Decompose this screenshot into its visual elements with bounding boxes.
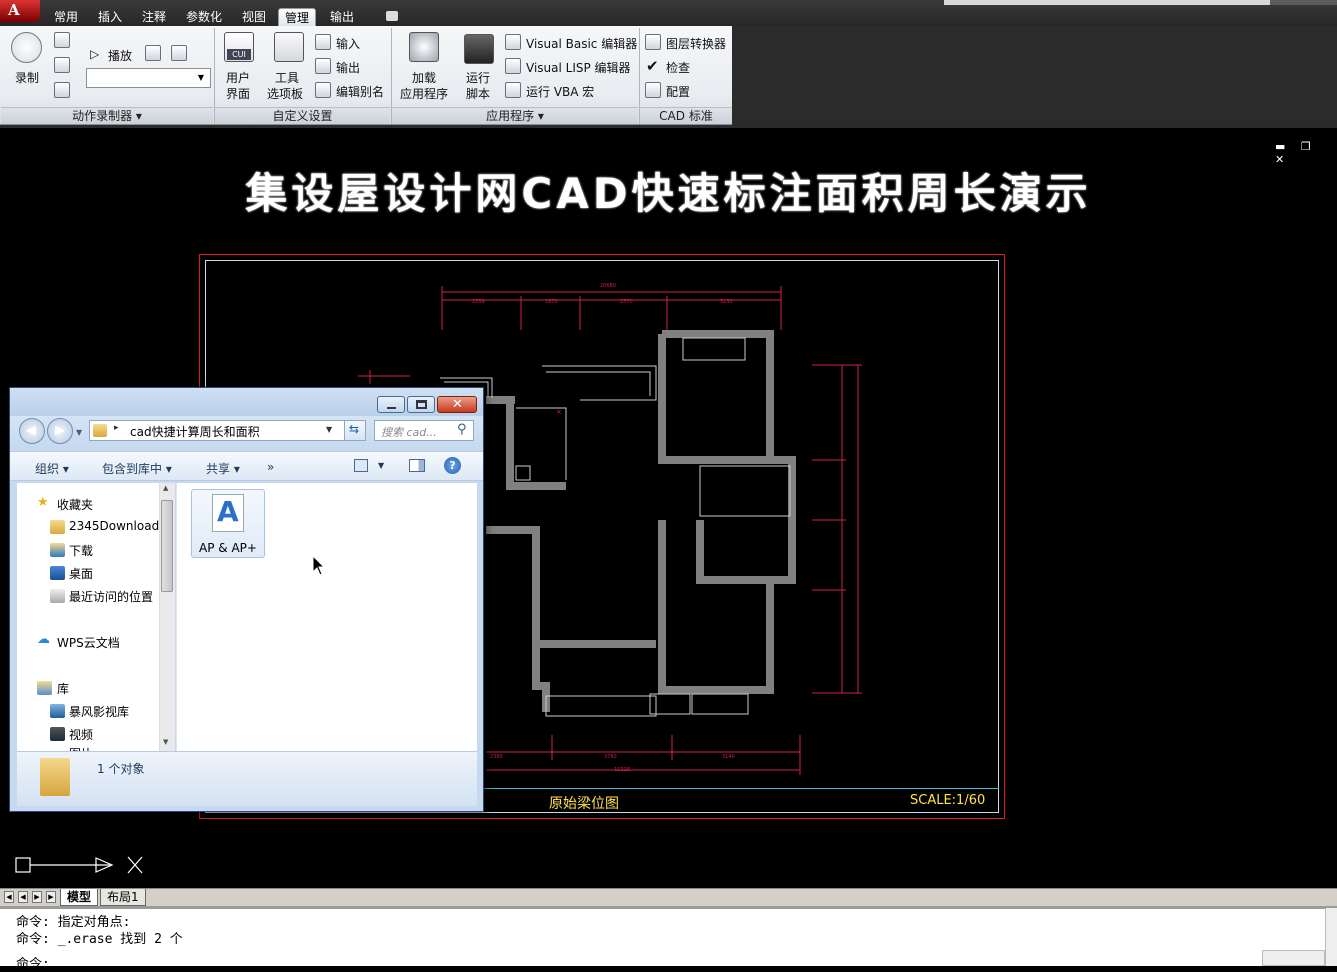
scroll-down-icon[interactable]: ▼ bbox=[163, 738, 168, 746]
nav-wps-cloud[interactable]: WPS云文档 bbox=[57, 634, 120, 651]
command-prompt[interactable]: 命令: bbox=[16, 953, 50, 972]
navigation-pane[interactable]: ★ 收藏夹 2345Downloads 下载 桌面 最近访问的位置 ☁ WPS云… bbox=[17, 483, 175, 751]
view-dropdown-icon[interactable]: ▼ bbox=[378, 461, 384, 470]
nav-2345downloads[interactable]: 2345Downloads bbox=[69, 519, 165, 533]
nav-storm-library[interactable]: 暴风影视库 bbox=[69, 703, 129, 720]
command-hscrollbar[interactable] bbox=[1262, 950, 1325, 966]
help-icon[interactable]: ? bbox=[444, 457, 461, 474]
scroll-up-icon[interactable]: ▲ bbox=[163, 484, 168, 492]
storm-library-icon bbox=[50, 704, 65, 718]
item-count: 1 个对象 bbox=[97, 762, 145, 776]
refresh-icon: ⇆ bbox=[349, 422, 360, 436]
svg-text:20680: 20680 bbox=[600, 283, 616, 289]
file-explorer-window[interactable]: ✕ ◀ ▶ ▼ ▸ cad快捷计算周长和面积 ▼ ⇆ 搜索 cad... ⚲ 组… bbox=[9, 387, 484, 812]
command-history-line: 命令: _.erase 找到 2 个 bbox=[16, 932, 183, 947]
plan-scale: SCALE:1/60 bbox=[910, 793, 986, 808]
share-button[interactable]: 共享 ▾ bbox=[206, 460, 240, 477]
svg-text:3130: 3130 bbox=[720, 299, 733, 305]
explorer-command-bar: 组织 ▾ 包含到库中 ▾ 共享 ▾ » ▼ ? bbox=[10, 451, 483, 481]
close-button[interactable]: ✕ bbox=[437, 396, 477, 413]
explorer-title-bar[interactable]: ✕ bbox=[10, 388, 483, 416]
file-name[interactable]: AP & AP+ bbox=[191, 541, 265, 555]
svg-text:2359: 2359 bbox=[472, 299, 485, 305]
maximize-button[interactable] bbox=[407, 396, 435, 413]
folder-icon bbox=[93, 424, 107, 437]
search-icon[interactable]: ⚲ bbox=[457, 422, 467, 437]
nav-videos[interactable]: 视频 bbox=[69, 726, 93, 743]
maximize-icon bbox=[416, 400, 427, 409]
refresh-button[interactable]: ⇆ bbox=[344, 420, 366, 441]
tab-layout1[interactable]: 布局1 bbox=[100, 889, 146, 906]
include-in-library-button[interactable]: 包含到库中 ▾ bbox=[102, 460, 172, 477]
folder-thumbnail-icon bbox=[40, 758, 70, 796]
search-box[interactable]: 搜索 cad... ⚲ bbox=[374, 420, 474, 441]
more-commands-button[interactable]: » bbox=[267, 460, 274, 474]
svg-text:1870: 1870 bbox=[545, 299, 558, 305]
nav-desktop[interactable]: 桌面 bbox=[69, 565, 93, 582]
address-dropdown-icon[interactable]: ▼ bbox=[326, 425, 332, 434]
mouse-cursor-icon bbox=[312, 555, 326, 576]
nav-favorites[interactable]: 收藏夹 bbox=[57, 496, 93, 513]
preview-pane-icon[interactable] bbox=[409, 459, 425, 472]
navigation-scroll-thumb[interactable] bbox=[161, 500, 173, 592]
svg-text:2360: 2360 bbox=[490, 754, 503, 760]
recent-places-icon bbox=[50, 589, 65, 603]
details-pane bbox=[17, 751, 477, 806]
prev-tab-icon[interactable]: ◀ bbox=[18, 891, 28, 903]
svg-text:2570: 2570 bbox=[620, 299, 633, 305]
minimize-button[interactable] bbox=[377, 396, 405, 413]
tab-model[interactable]: 模型 bbox=[60, 889, 99, 906]
document-icon-glyph: A bbox=[217, 495, 239, 528]
walls bbox=[486, 330, 796, 712]
svg-text:3760: 3760 bbox=[604, 754, 617, 760]
back-button[interactable]: ◀ bbox=[19, 418, 45, 444]
address-bar[interactable]: ▸ cad快捷计算周长和面积 ▼ bbox=[89, 420, 366, 441]
star-icon: ★ bbox=[37, 495, 49, 510]
forward-arrow-icon: ▶ bbox=[55, 423, 65, 438]
forward-button[interactable]: ▶ bbox=[47, 418, 73, 444]
document-icon: A bbox=[212, 494, 244, 532]
close-icon: ✕ bbox=[452, 397, 463, 412]
next-tab-icon[interactable]: ▶ bbox=[32, 891, 42, 903]
video-icon bbox=[50, 727, 65, 741]
library-icon bbox=[37, 681, 52, 695]
minimize-icon bbox=[387, 407, 396, 409]
desktop-icon bbox=[50, 566, 65, 580]
svg-text:10328: 10328 bbox=[614, 767, 630, 773]
ucs-icon bbox=[15, 856, 143, 874]
plan-title: 原始梁位图 bbox=[549, 796, 619, 812]
layout-tab-strip: ◀ ◀ ▶ ▶ 模型 布局1 bbox=[0, 888, 1337, 906]
nav-libraries[interactable]: 库 bbox=[57, 680, 69, 697]
back-arrow-icon: ◀ bbox=[26, 423, 36, 438]
svg-text:3140: 3140 bbox=[722, 754, 735, 760]
search-placeholder: 搜索 cad... bbox=[381, 426, 437, 439]
breadcrumb-chevron-icon[interactable]: ▸ bbox=[114, 423, 119, 433]
view-options-icon[interactable] bbox=[354, 459, 368, 472]
folder-icon bbox=[50, 520, 65, 534]
nav-recent[interactable]: 最近访问的位置 bbox=[69, 588, 153, 605]
command-scrollbar[interactable] bbox=[1325, 908, 1337, 966]
command-line-window[interactable]: 命令: 指定对角点: 命令: _.erase 找到 2 个 命令: bbox=[0, 906, 1337, 972]
downloads-folder-icon bbox=[50, 543, 65, 557]
organize-button[interactable]: 组织 ▾ bbox=[35, 460, 69, 477]
last-tab-icon[interactable]: ▶ bbox=[46, 891, 56, 903]
recent-pages-dropdown-icon[interactable]: ▼ bbox=[76, 428, 82, 437]
nav-downloads[interactable]: 下载 bbox=[69, 542, 93, 559]
first-tab-icon[interactable]: ◀ bbox=[4, 891, 14, 903]
plan-marker: × bbox=[556, 408, 562, 416]
cloud-icon: ☁ bbox=[37, 632, 50, 647]
address-path[interactable]: cad快捷计算周长和面积 bbox=[130, 423, 260, 440]
